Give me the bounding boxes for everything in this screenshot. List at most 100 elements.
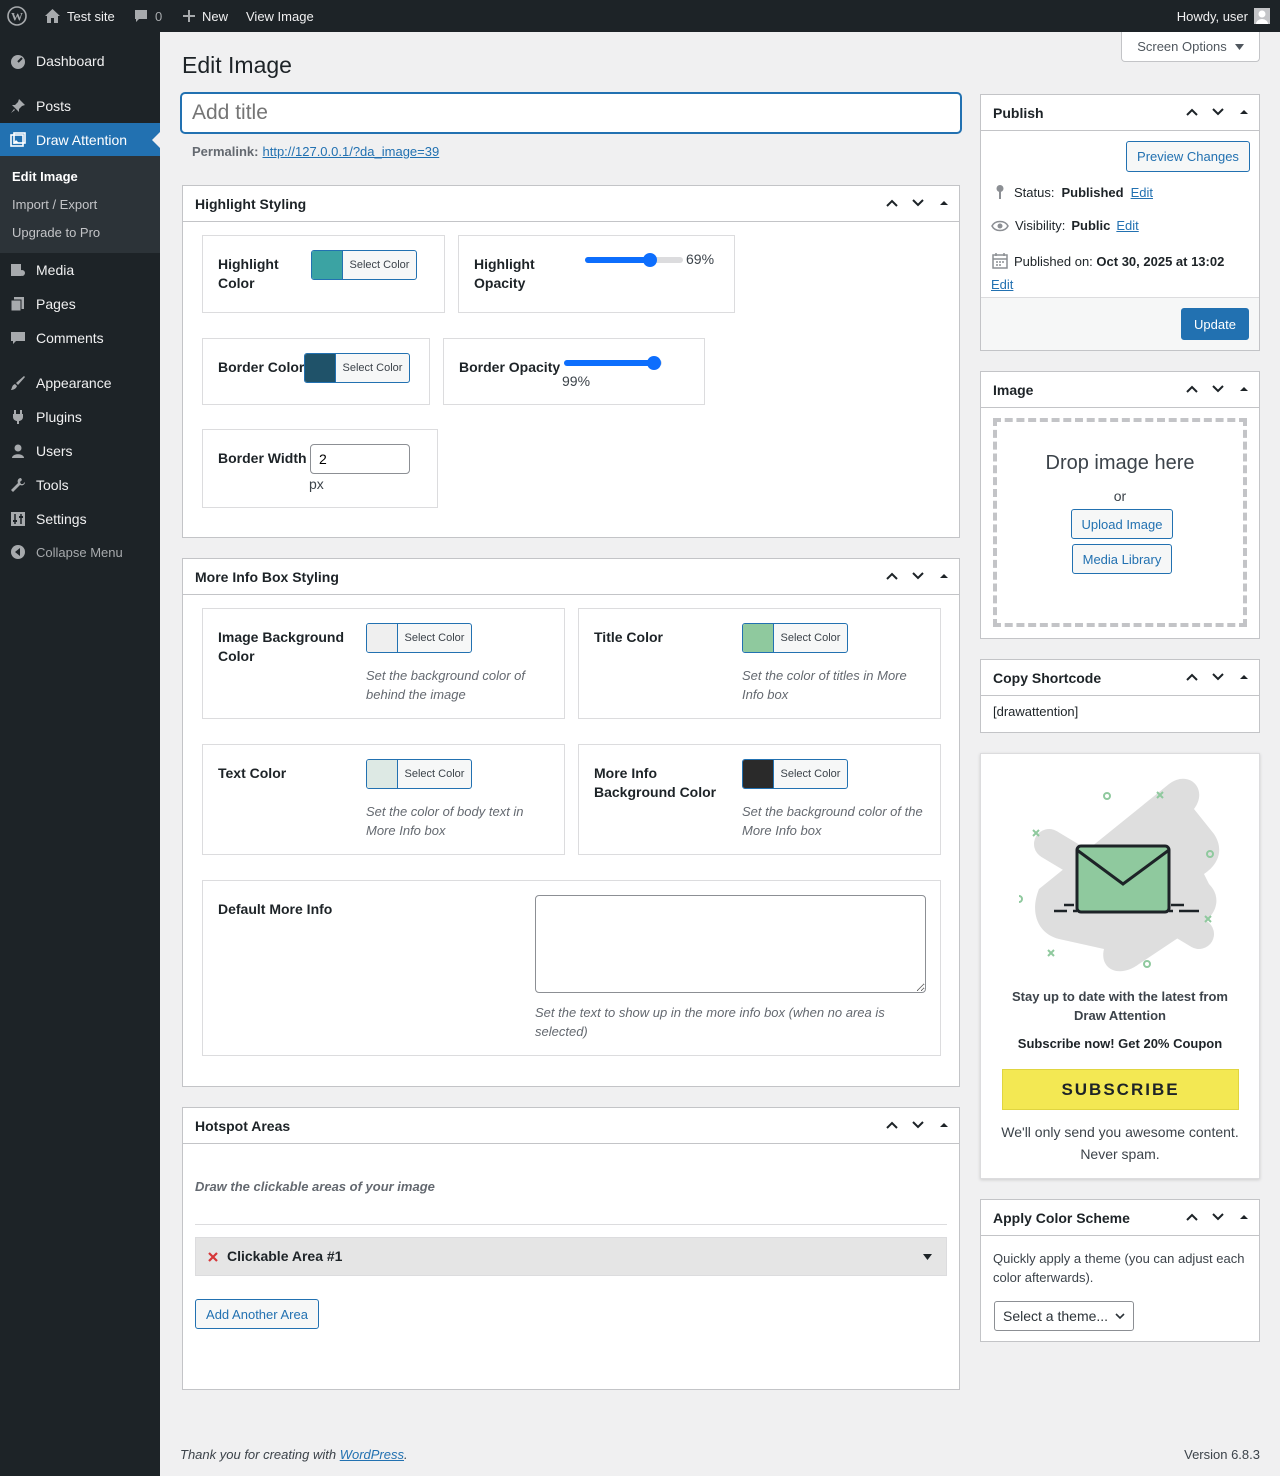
chevron-down-icon[interactable] bbox=[911, 569, 925, 583]
admin-bar: W Test site 0 New View Image Howdy, user bbox=[0, 0, 1280, 32]
media-library-button[interactable]: Media Library bbox=[1072, 544, 1172, 574]
permalink-url[interactable]: http://127.0.0.1/?da_image=39 bbox=[262, 144, 439, 159]
image-background-color-card: Image Background Color Select Color Set … bbox=[202, 608, 565, 719]
comments-icon bbox=[10, 330, 26, 346]
highlight-styling-box: Highlight Styling Highlight Color Select… bbox=[182, 185, 960, 538]
published-on-edit-link[interactable]: Edit bbox=[991, 277, 1013, 292]
home-icon bbox=[45, 9, 60, 23]
sidebar-item-pages[interactable]: Pages bbox=[0, 287, 160, 321]
toggle-panel-icon[interactable] bbox=[937, 196, 951, 210]
chevron-down-icon[interactable] bbox=[911, 196, 925, 210]
toggle-panel-icon[interactable] bbox=[1237, 105, 1251, 119]
triangle-down-icon bbox=[1234, 43, 1244, 50]
update-button[interactable]: Update bbox=[1181, 308, 1249, 340]
wordpress-link[interactable]: WordPress bbox=[340, 1447, 404, 1462]
highlight-opacity-label: Highlight Opacity bbox=[474, 256, 535, 291]
sidebar-item-plugins[interactable]: Plugins bbox=[0, 400, 160, 434]
default-more-info-textarea[interactable] bbox=[535, 895, 926, 993]
toggle-panel-icon[interactable] bbox=[937, 1118, 951, 1132]
chevron-down-icon[interactable] bbox=[911, 1118, 925, 1132]
sidebar-item-comments[interactable]: Comments bbox=[0, 321, 160, 355]
slider-thumb[interactable] bbox=[647, 356, 661, 370]
text-color-description: Set the color of body text in More Info … bbox=[366, 804, 524, 838]
status-edit-link[interactable]: Edit bbox=[1131, 185, 1153, 200]
user-account-menu[interactable]: Howdy, user bbox=[1177, 0, 1270, 32]
visibility-label: Visibility: bbox=[1015, 218, 1066, 233]
envelope-illustration-icon bbox=[1019, 778, 1220, 972]
sidebar-item-draw-attention[interactable]: Draw Attention bbox=[0, 123, 160, 157]
avatar bbox=[1254, 8, 1270, 24]
site-name: Test site bbox=[67, 8, 115, 24]
copy-shortcode-header: Copy Shortcode bbox=[981, 660, 1259, 696]
image-box: Image Drop image here or Upload Image Me… bbox=[980, 371, 1260, 639]
wordpress-logo-icon[interactable]: W bbox=[7, 0, 27, 32]
submenu-import-export[interactable]: Import / Export bbox=[12, 197, 97, 212]
slider-thumb[interactable] bbox=[643, 253, 657, 267]
border-width-input[interactable] bbox=[310, 444, 410, 474]
sidebar-item-posts[interactable]: Posts bbox=[0, 89, 160, 123]
preview-changes-button[interactable]: Preview Changes bbox=[1126, 141, 1250, 172]
chevron-up-icon[interactable] bbox=[1185, 1210, 1199, 1224]
chevron-up-icon[interactable] bbox=[885, 1118, 899, 1132]
image-drop-zone[interactable]: Drop image here or Upload Image Media Li… bbox=[993, 418, 1247, 627]
hotspot-areas-title: Hotspot Areas bbox=[195, 1117, 291, 1134]
admin-sidebar: Dashboard Posts Draw Attention Edit Imag… bbox=[0, 32, 160, 1476]
more-info-styling-title: More Info Box Styling bbox=[195, 568, 339, 585]
status-value: Published bbox=[1061, 184, 1124, 200]
submenu-edit-image[interactable]: Edit Image bbox=[12, 169, 78, 184]
sidebar-item-tools[interactable]: Tools bbox=[0, 468, 160, 502]
theme-select[interactable]: Select a theme... bbox=[994, 1301, 1134, 1331]
chevron-down-icon[interactable] bbox=[1211, 105, 1225, 119]
new-content-link[interactable]: New bbox=[182, 0, 228, 32]
toggle-panel-icon[interactable] bbox=[1237, 670, 1251, 684]
sidebar-item-dashboard[interactable]: Dashboard bbox=[0, 44, 160, 78]
visibility-edit-link[interactable]: Edit bbox=[1116, 218, 1138, 233]
media-icon bbox=[10, 262, 26, 278]
border-opacity-slider[interactable] bbox=[564, 356, 662, 370]
chevron-down-icon[interactable] bbox=[1211, 1210, 1225, 1224]
title-color-button[interactable]: Select Color bbox=[742, 623, 848, 653]
remove-x-icon[interactable] bbox=[207, 1251, 219, 1263]
screen-options-button[interactable]: Screen Options bbox=[1121, 32, 1260, 62]
highlight-color-label: Highlight Color bbox=[218, 256, 279, 291]
highlight-opacity-slider[interactable] bbox=[585, 253, 683, 267]
subscribe-button[interactable]: SUBSCRIBE bbox=[1002, 1069, 1239, 1110]
screen-options-label: Screen Options bbox=[1137, 39, 1227, 54]
comments-link[interactable]: 0 bbox=[133, 0, 162, 32]
border-color-button[interactable]: Select Color bbox=[304, 353, 410, 383]
caret-down-icon[interactable] bbox=[923, 1254, 932, 1260]
sidebar-item-settings[interactable]: Settings bbox=[0, 502, 160, 536]
sidebar-item-users[interactable]: Users bbox=[0, 434, 160, 468]
toggle-panel-icon[interactable] bbox=[1237, 1210, 1251, 1224]
view-image-link[interactable]: View Image bbox=[246, 0, 314, 32]
add-another-area-button[interactable]: Add Another Area bbox=[195, 1299, 319, 1329]
clickable-area-row[interactable]: Clickable Area #1 bbox=[195, 1237, 947, 1276]
text-color-button[interactable]: Select Color bbox=[366, 759, 472, 789]
title-input[interactable] bbox=[181, 93, 961, 133]
shortcode-value[interactable]: [drawattention] bbox=[993, 704, 1078, 719]
highlight-color-button[interactable]: Select Color bbox=[311, 250, 417, 280]
sidebar-item-media[interactable]: Media bbox=[0, 253, 160, 287]
image-background-color-button[interactable]: Select Color bbox=[366, 623, 472, 653]
collapse-menu-button[interactable]: Collapse Menu bbox=[0, 535, 160, 569]
chevron-up-icon[interactable] bbox=[1185, 382, 1199, 396]
dashboard-icon bbox=[10, 53, 26, 69]
chevron-up-icon[interactable] bbox=[885, 196, 899, 210]
site-name-link[interactable]: Test site bbox=[44, 0, 115, 32]
chevron-down-icon[interactable] bbox=[1211, 382, 1225, 396]
toggle-panel-icon[interactable] bbox=[1237, 382, 1251, 396]
chevron-up-icon[interactable] bbox=[1185, 670, 1199, 684]
key-icon bbox=[996, 185, 1004, 199]
sidebar-item-appearance[interactable]: Appearance bbox=[0, 366, 160, 400]
chevron-up-icon[interactable] bbox=[1185, 105, 1199, 119]
chevron-up-icon[interactable] bbox=[885, 569, 899, 583]
upload-image-button[interactable]: Upload Image bbox=[1071, 509, 1173, 539]
chevron-down-icon[interactable] bbox=[1211, 670, 1225, 684]
submenu-upgrade-to-pro[interactable]: Upgrade to Pro bbox=[12, 225, 100, 240]
toggle-panel-icon[interactable] bbox=[937, 569, 951, 583]
more-info-background-color-button[interactable]: Select Color bbox=[742, 759, 848, 789]
highlight-styling-title: Highlight Styling bbox=[195, 195, 307, 212]
title-color-swatch bbox=[743, 624, 774, 652]
highlight-color-swatch bbox=[312, 251, 343, 279]
hotspot-areas-box: Hotspot Areas Draw the clickable areas o… bbox=[182, 1107, 960, 1390]
